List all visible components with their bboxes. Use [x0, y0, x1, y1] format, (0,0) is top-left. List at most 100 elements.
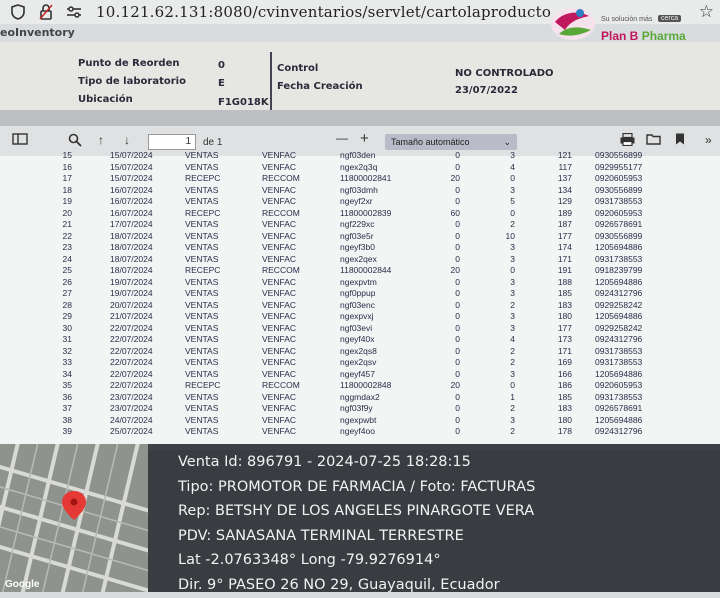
cell-reference: ngf03e5r — [340, 230, 374, 241]
table-row: 21 17/07/2024 VENTAS VENFAC ngf229xc 0 2 187 092… — [50, 219, 720, 231]
cell-doc-type: VENFAC — [262, 357, 297, 367]
more-tools-icon[interactable]: » — [705, 133, 712, 147]
cell-row-number: 37 — [62, 403, 72, 413]
cell-balance: 188 — [557, 276, 572, 287]
cell-reference: ngeyf2xr — [340, 196, 373, 206]
cell-in-qty: 0 — [455, 357, 460, 367]
cell-out-qty: 3 — [510, 322, 515, 333]
cell-out-qty: 5 — [510, 196, 515, 206]
pdv-line: PDV: SANASANA TERMINAL TERRESTRE — [178, 527, 464, 544]
table-row: 22 18/07/2024 VENTAS VENFAC ngf03e5r 0 10 177 09… — [50, 231, 720, 243]
cell-balance: 191 — [557, 265, 572, 275]
cell-in-qty: 0 — [455, 288, 460, 298]
table-row: 20 16/07/2024 RECEPC RECCOM 11800002839 60 0 18… — [50, 208, 720, 220]
cell-date: 22/07/2024 — [110, 357, 153, 367]
cell-date: 18/07/2024 — [110, 230, 153, 241]
cell-balance: 186 — [557, 380, 572, 390]
table-row: 26 19/07/2024 VENTAS VENFAC ngexpvtm 0 3 188 120… — [50, 277, 720, 289]
cell-doc-type: VENFAC — [262, 253, 297, 264]
cell-code: 0924312796 — [595, 426, 643, 436]
cell-code: 0920605953 — [595, 380, 643, 390]
cell-date: 15/07/2024 — [110, 150, 153, 160]
rep-line: Rep: BETSHY DE LOS ANGELES PINARGOTE VER… — [178, 503, 535, 520]
shield-icon[interactable] — [8, 2, 28, 22]
cell-row-number: 35 — [62, 380, 72, 390]
zoom-select[interactable]: Tamaño automático ⌄ — [385, 134, 517, 150]
bookmark-icon[interactable] — [675, 133, 685, 148]
cell-code: 0930556899 — [595, 184, 643, 195]
cell-doc-type: VENFAC — [262, 161, 297, 172]
search-icon[interactable] — [68, 133, 82, 150]
cell-reference: 11800002844 — [340, 265, 392, 275]
cell-type: VENTAS — [185, 368, 219, 379]
cell-balance: 137 — [557, 173, 572, 183]
cell-row-number: 33 — [62, 357, 72, 367]
sale-id-line: Venta Id: 896791 - 2024-07-25 18:28:15 — [178, 454, 471, 470]
cell-row-number: 30 — [62, 322, 72, 333]
cell-type: VENTAS — [185, 161, 219, 172]
cell-doc-type: RECCOM — [262, 207, 300, 218]
cell-reference: ngexpwbt — [340, 414, 377, 425]
cell-in-qty: 0 — [455, 150, 460, 160]
cell-doc-type: VENFAC — [262, 219, 297, 229]
next-page-icon[interactable]: ↓ — [124, 133, 130, 147]
cell-balance: 171 — [557, 345, 572, 356]
zoom-out-icon[interactable]: — — [336, 131, 348, 145]
cell-code: 0920605953 — [595, 207, 643, 218]
cell-balance: 166 — [557, 368, 572, 379]
cell-doc-type: VENFAC — [262, 391, 297, 402]
cell-balance: 134 — [557, 184, 572, 195]
cell-reference: ngf03enc — [340, 299, 375, 310]
lock-icon[interactable] — [36, 2, 56, 22]
cell-balance: 185 — [557, 391, 572, 402]
sidebar-toggle-icon[interactable] — [12, 133, 28, 148]
cell-row-number: 27 — [62, 288, 72, 298]
cell-balance: 189 — [557, 207, 572, 218]
table-row: 36 23/07/2024 VENTAS VENFAC nggmdax2 0 1 185 093… — [50, 392, 720, 404]
cell-balance: 187 — [557, 219, 572, 229]
cell-doc-type: VENFAC — [262, 276, 297, 287]
cell-balance: 117 — [558, 161, 572, 172]
created-label: Fecha Creación — [277, 81, 363, 92]
cell-doc-type: VENFAC — [262, 426, 297, 436]
print-icon[interactable] — [620, 132, 635, 149]
cell-doc-type: VENFAC — [262, 311, 297, 321]
page-number-input[interactable]: 1 — [148, 134, 196, 150]
cell-in-qty: 0 — [455, 345, 460, 356]
cell-out-qty: 3 — [510, 288, 515, 298]
cell-code: 0924312796 — [595, 334, 643, 344]
cell-out-qty: 3 — [510, 368, 515, 379]
cell-date: 18/07/2024 — [110, 242, 153, 252]
cell-date: 16/07/2024 — [110, 207, 153, 218]
cell-row-number: 22 — [62, 230, 72, 241]
brand-symbol-icon — [551, 8, 595, 40]
table-row: 19 16/07/2024 VENTAS VENFAC ngeyf2xr 0 5 129 093… — [50, 196, 720, 208]
cell-date: 24/07/2024 — [110, 414, 153, 425]
cell-date: 20/07/2024 — [110, 299, 153, 310]
zoom-in-icon[interactable]: + — [360, 130, 369, 147]
cell-row-number: 36 — [62, 391, 72, 402]
cell-doc-type: VENFAC — [262, 299, 297, 310]
cell-balance: 183 — [557, 299, 572, 310]
cell-out-qty: 2 — [510, 357, 515, 367]
url-text[interactable]: 10.121.62.131:8080/cvinventarios/servlet… — [96, 3, 551, 21]
reorder-label: Punto de Reorden — [78, 58, 180, 69]
cell-code: 0929955177 — [595, 161, 643, 172]
cell-date: 22/07/2024 — [110, 345, 153, 356]
permissions-icon[interactable] — [64, 2, 84, 22]
cell-doc-type: RECCOM — [262, 265, 300, 275]
previous-page-icon[interactable]: ↑ — [98, 133, 104, 147]
cell-in-qty: 60 — [450, 207, 460, 218]
cell-date: 23/07/2024 — [110, 403, 153, 413]
cell-out-qty: 3 — [510, 184, 515, 195]
cell-date: 22/07/2024 — [110, 368, 153, 379]
cell-in-qty: 20 — [450, 265, 460, 275]
cell-in-qty: 0 — [455, 322, 460, 333]
cell-out-qty: 2 — [510, 219, 515, 229]
open-file-icon[interactable] — [646, 133, 661, 148]
map-streets — [0, 444, 148, 592]
cell-out-qty: 0 — [510, 265, 515, 275]
cell-type: RECEPC — [185, 380, 221, 390]
cell-balance: 177 — [557, 230, 572, 241]
control-label: Control — [277, 63, 319, 74]
